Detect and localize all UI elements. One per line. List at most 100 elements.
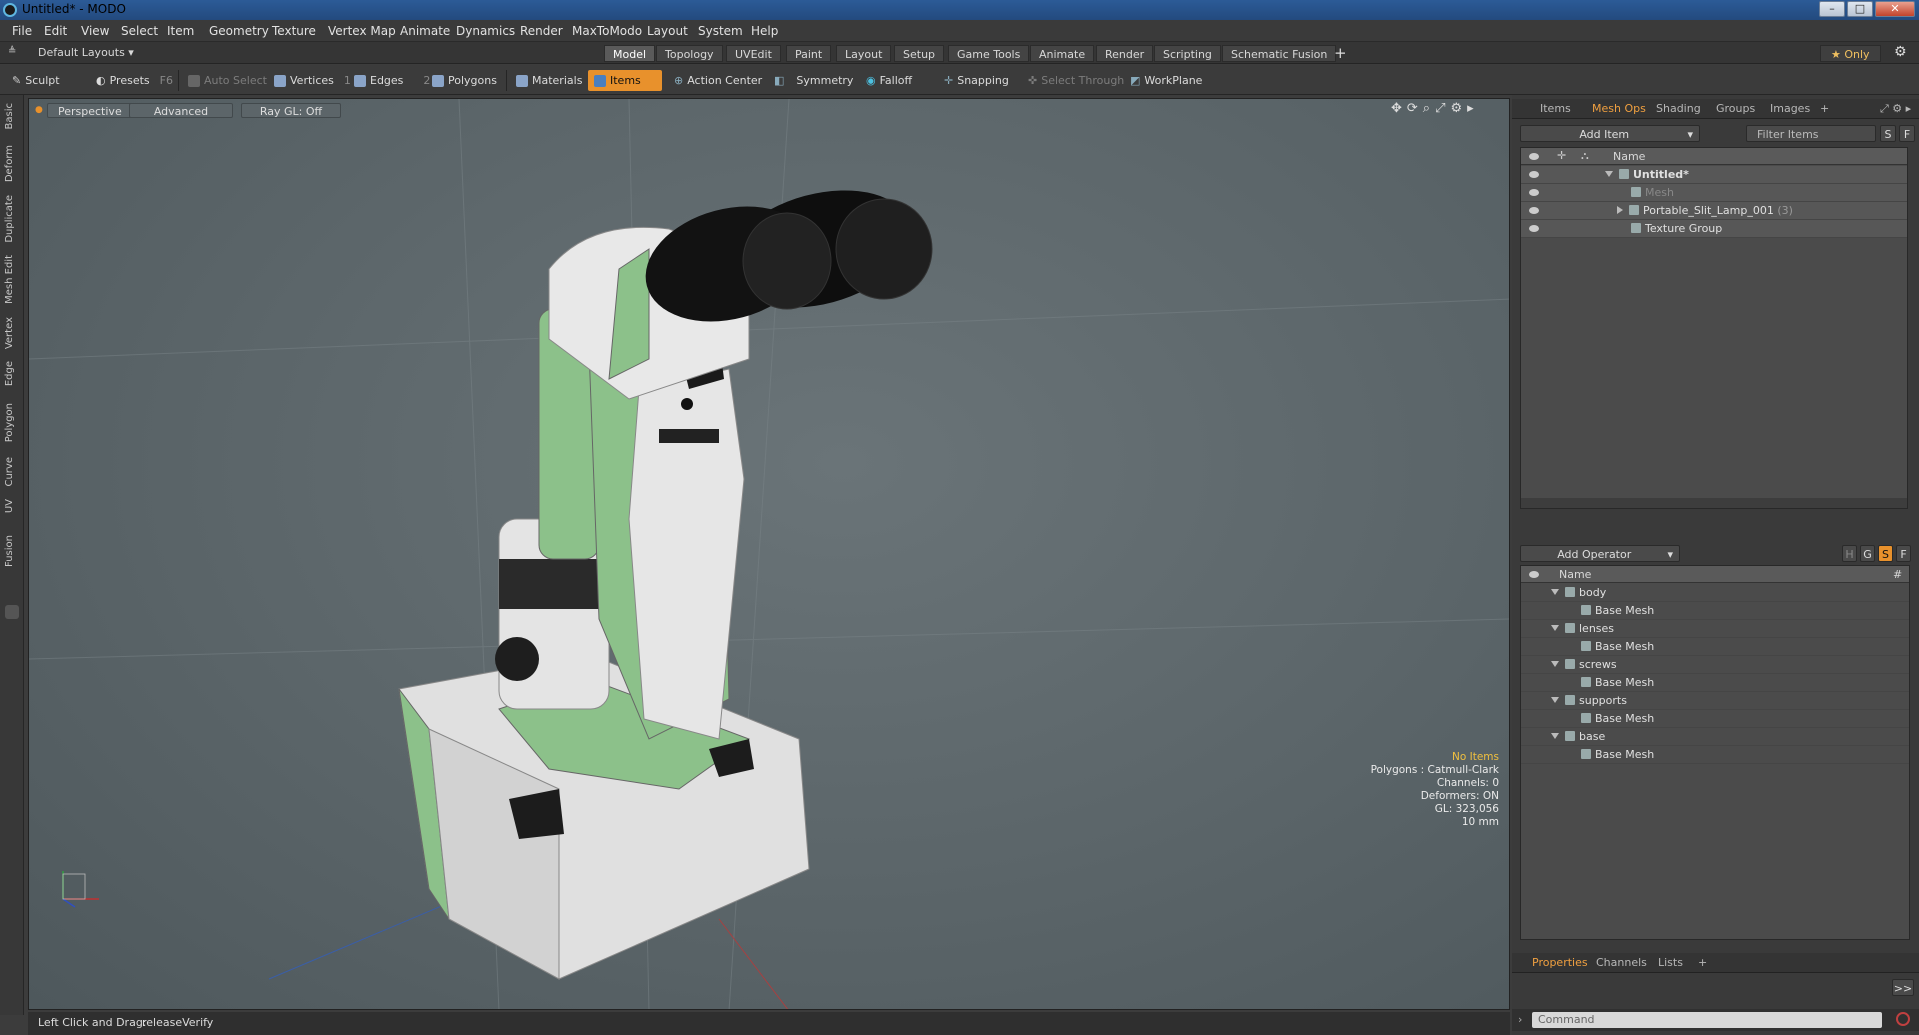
menu-view[interactable]: View [81,24,109,38]
menu-dynamics[interactable]: Dynamics [456,24,515,38]
menu-texture[interactable]: Texture [272,24,316,38]
add-tab-icon[interactable]: + [1334,44,1347,62]
action-center-button[interactable]: ⊕ Action Center [668,70,768,91]
tab-render[interactable]: Render [1096,45,1154,62]
tree-row-untitled[interactable]: Untitled* [1521,166,1907,184]
tab-scripting[interactable]: Scripting [1154,45,1221,62]
tab-schematic-fusion[interactable]: Schematic Fusion [1222,45,1337,62]
menu-render[interactable]: Render [520,24,563,38]
maximize-button[interactable]: □ [1847,1,1873,17]
meshop-row-supports[interactable]: supports [1521,692,1909,710]
tree-row-portable-slit-lamp[interactable]: Portable_Slit_Lamp_001 (3) [1521,202,1907,220]
panel-toggle-icon[interactable] [5,605,19,619]
symmetry-button[interactable]: ◧ Symmetry [768,70,859,91]
meshop-row-body[interactable]: body [1521,584,1909,602]
tab-setup[interactable]: Setup [894,45,945,62]
expand-properties-button[interactable]: >> [1892,979,1914,996]
vtab-duplicate[interactable]: Duplicate [4,195,15,243]
menu-item[interactable]: Item [167,24,194,38]
tab-uvedit[interactable]: UVEdit [726,45,781,62]
panel-expand-icon[interactable]: ⤢ ⚙ ▸ [1880,102,1911,116]
expand-icon[interactable] [1605,171,1613,177]
sculpt-button[interactable]: ✎ Sculpt [6,70,66,91]
tab-images[interactable]: Images [1770,102,1810,115]
meshops-s-button[interactable]: S [1878,545,1893,562]
add-item-dropdown[interactable]: Add Item ▾ [1520,125,1700,142]
add-panel-tab-icon[interactable]: + [1698,956,1707,969]
vtab-deform[interactable]: Deform [4,145,15,182]
tab-mesh-ops[interactable]: Mesh Ops [1592,102,1646,115]
meshop-row-lenses-base-mesh[interactable]: Base Mesh [1521,638,1909,656]
meshop-row-body-base-mesh[interactable]: Base Mesh [1521,602,1909,620]
meshop-row-supports-base-mesh[interactable]: Base Mesh [1521,710,1909,728]
tree-row-mesh[interactable]: Mesh [1521,184,1907,202]
only-toggle[interactable]: ★ Only [1820,45,1881,62]
items-button[interactable]: Items [588,70,662,91]
edges-button[interactable]: Edges 2 [348,70,436,91]
menu-maxtomodo[interactable]: MaxToModo [572,24,642,38]
menu-file[interactable]: File [12,24,32,38]
tab-layout[interactable]: Layout [836,45,892,62]
expand-icon[interactable] [1551,589,1559,595]
meshop-row-lenses[interactable]: lenses [1521,620,1909,638]
tab-paint[interactable]: Paint [786,45,832,62]
meshop-row-screws[interactable]: screws [1521,656,1909,674]
meshop-row-base-base-mesh[interactable]: Base Mesh [1521,746,1909,764]
vtab-edge[interactable]: Edge [4,361,15,386]
workplane-button[interactable]: ◩ WorkPlane [1124,70,1208,91]
menu-vertex-map[interactable]: Vertex Map [328,24,396,38]
meshops-h-button[interactable]: H [1842,545,1857,562]
tree-row-texture-group[interactable]: Texture Group [1521,220,1907,238]
snapping-button[interactable]: ✛ Snapping [938,70,1015,91]
expand-icon[interactable] [1551,625,1559,631]
filter-f-button[interactable]: F [1899,125,1915,142]
tab-properties[interactable]: Properties [1532,956,1588,969]
close-button[interactable]: ✕ [1875,1,1915,17]
tab-model[interactable]: Model [604,45,656,62]
visibility-icon[interactable] [1529,207,1539,214]
menu-edit[interactable]: Edit [44,24,67,38]
menu-system[interactable]: System [698,24,743,38]
add-operator-dropdown[interactable]: Add Operator ▾ [1520,545,1680,562]
polygons-button[interactable]: Polygons [426,70,503,91]
tab-shading[interactable]: Shading [1656,102,1701,115]
tab-topology[interactable]: Topology [656,45,723,62]
layout-arrow-icon[interactable]: ≜ [8,46,16,57]
horizontal-scrollbar[interactable] [1521,498,1907,508]
auto-select-button[interactable]: Auto Select [182,70,273,91]
tab-items[interactable]: Items [1540,102,1571,115]
minimize-button[interactable]: – [1819,1,1845,17]
tab-lists[interactable]: Lists [1658,956,1683,969]
tab-groups[interactable]: Groups [1716,102,1755,115]
expand-icon[interactable] [1551,733,1559,739]
gear-icon[interactable]: ⚙ [1894,44,1907,60]
select-through-button[interactable]: ✜ Select Through [1022,70,1130,91]
visibility-icon[interactable] [1529,225,1539,232]
vertices-button[interactable]: Vertices 1 [268,70,357,91]
materials-button[interactable]: Materials [510,70,588,91]
menu-layout[interactable]: Layout [647,24,688,38]
expand-icon[interactable] [1551,697,1559,703]
vtab-curve[interactable]: Curve [4,457,15,487]
vtab-uv[interactable]: UV [4,499,15,513]
filter-s-button[interactable]: S [1880,125,1896,142]
falloff-button[interactable]: ◉ Falloff [860,70,918,91]
menu-geometry[interactable]: Geometry [209,24,269,38]
vtab-mesh-edit[interactable]: Mesh Edit [4,255,15,304]
menu-select[interactable]: Select [121,24,158,38]
menu-help[interactable]: Help [751,24,778,38]
tab-animate[interactable]: Animate [1030,45,1095,62]
vtab-polygon[interactable]: Polygon [4,403,15,442]
expand-icon[interactable] [1551,661,1559,667]
meshops-f-button[interactable]: F [1896,545,1911,562]
presets-button[interactable]: ◐ Presets F6 [90,70,179,91]
default-layouts-dropdown[interactable]: Default Layouts ▾ [38,46,134,59]
stop-icon[interactable] [1896,1012,1910,1026]
command-input[interactable]: Command [1532,1012,1882,1028]
vtab-basic[interactable]: Basic [4,103,15,129]
tab-game-tools[interactable]: Game Tools [948,45,1030,62]
meshop-row-screws-base-mesh[interactable]: Base Mesh [1521,674,1909,692]
meshops-g-button[interactable]: G [1860,545,1875,562]
vtab-fusion[interactable]: Fusion [4,535,15,567]
visibility-icon[interactable] [1529,171,1539,178]
